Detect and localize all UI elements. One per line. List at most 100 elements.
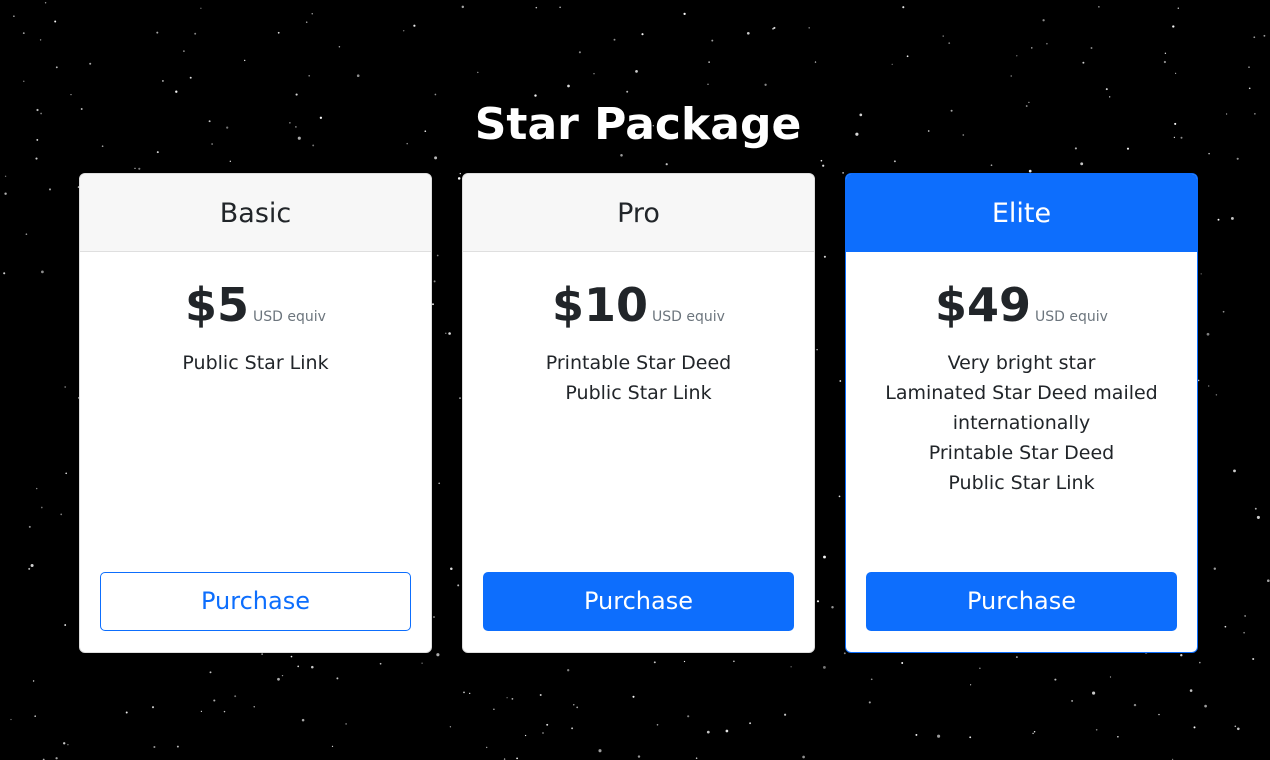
star-dot	[331, 745, 334, 748]
star-dot	[695, 757, 698, 759]
star-dot	[822, 164, 825, 167]
star-dot	[379, 662, 382, 665]
page: Star Package Basic $5 USD equiv Public St…	[0, 0, 1270, 760]
star-dot	[1189, 689, 1193, 692]
star-dot	[175, 90, 178, 93]
star-dot	[942, 35, 944, 37]
star-dot	[161, 79, 164, 82]
star-dot	[32, 680, 35, 682]
star-dot	[445, 332, 447, 335]
star-dot	[641, 33, 644, 36]
star-dot	[22, 32, 25, 34]
purchase-button-basic[interactable]: Purchase	[100, 572, 411, 631]
star-dot	[457, 177, 461, 180]
star-dot	[44, 2, 47, 4]
star-dot	[1031, 47, 1033, 49]
feature-list: Public Star Link	[80, 348, 431, 378]
star-dot	[711, 39, 714, 42]
star-dot	[1010, 75, 1012, 77]
star-dot	[687, 715, 690, 718]
star-dot	[209, 671, 212, 674]
star-dot	[842, 172, 844, 174]
star-dot	[62, 742, 66, 745]
star-dot	[189, 76, 192, 79]
star-dot	[25, 233, 28, 236]
star-dot	[1252, 657, 1255, 661]
star-dot	[48, 188, 52, 191]
star-dot	[463, 691, 465, 694]
star-dot	[843, 652, 846, 655]
star-dot	[356, 74, 360, 77]
star-dot	[1098, 6, 1100, 8]
star-dot	[253, 706, 255, 708]
star-dot	[613, 38, 616, 41]
price-amount: $10	[552, 278, 649, 332]
price-unit: USD equiv	[253, 309, 326, 325]
star-dot	[598, 749, 602, 753]
star-dot	[30, 563, 34, 568]
star-dot	[1071, 699, 1074, 702]
purchase-button-elite[interactable]: Purchase	[866, 572, 1177, 631]
star-dot	[1254, 507, 1257, 510]
star-dot	[1032, 732, 1034, 735]
star-dot	[656, 724, 659, 726]
star-dot	[13, 15, 15, 17]
star-dot	[1256, 515, 1260, 519]
star-dot	[1163, 60, 1167, 64]
star-dot	[948, 42, 951, 44]
star-dot	[1213, 567, 1217, 570]
plan-name: Pro	[463, 174, 814, 252]
star-dot	[1215, 394, 1218, 396]
star-dot	[200, 7, 202, 9]
star-dot	[839, 380, 842, 382]
star-dot	[1217, 218, 1220, 221]
star-dot	[486, 746, 488, 749]
star-dot	[506, 697, 508, 699]
star-dot	[1033, 730, 1036, 733]
star-dot	[707, 83, 709, 85]
star-dot	[134, 167, 136, 169]
star-dot	[234, 695, 237, 698]
star-dot	[1109, 676, 1112, 678]
star-dot	[436, 653, 440, 657]
plan-name: Basic	[80, 174, 431, 252]
star-dot	[784, 713, 787, 716]
star-dot	[823, 255, 826, 258]
star-dot	[194, 32, 197, 35]
star-dot	[937, 734, 941, 738]
star-dot	[64, 624, 67, 626]
feature-item: Printable Star Deed	[545, 352, 732, 374]
star-dot	[1233, 469, 1236, 473]
star-dot	[902, 6, 905, 9]
star-dot	[28, 567, 31, 570]
star-dot	[459, 172, 461, 175]
star-dot	[578, 51, 581, 54]
star-dot	[34, 715, 36, 717]
feature-item: Public Star Link	[565, 382, 712, 404]
star-dot	[1236, 157, 1239, 160]
star-dot	[1095, 729, 1098, 731]
star-dot	[838, 495, 841, 498]
star-dot	[305, 21, 308, 23]
star-dot	[153, 745, 156, 749]
star-dot	[906, 55, 909, 58]
star-dot	[764, 83, 767, 86]
star-dot	[40, 506, 43, 509]
star-dot	[626, 90, 629, 93]
price: $5 USD equiv	[80, 276, 431, 334]
star-dot	[870, 678, 873, 681]
price: $10 USD equiv	[463, 276, 814, 334]
star-dot	[816, 600, 820, 603]
star-dot	[338, 45, 341, 48]
star-dot	[1172, 25, 1175, 28]
star-dot	[1263, 34, 1266, 37]
star-dot	[831, 606, 834, 609]
purchase-button-pro[interactable]: Purchase	[483, 572, 794, 631]
star-dot	[1248, 87, 1251, 90]
star-dot	[1199, 661, 1201, 664]
feature-item: Printable Star Deed	[928, 442, 1115, 464]
star-dot	[477, 71, 479, 74]
star-dot	[23, 80, 25, 82]
star-dot	[277, 31, 280, 34]
price-amount: $5	[185, 278, 250, 332]
